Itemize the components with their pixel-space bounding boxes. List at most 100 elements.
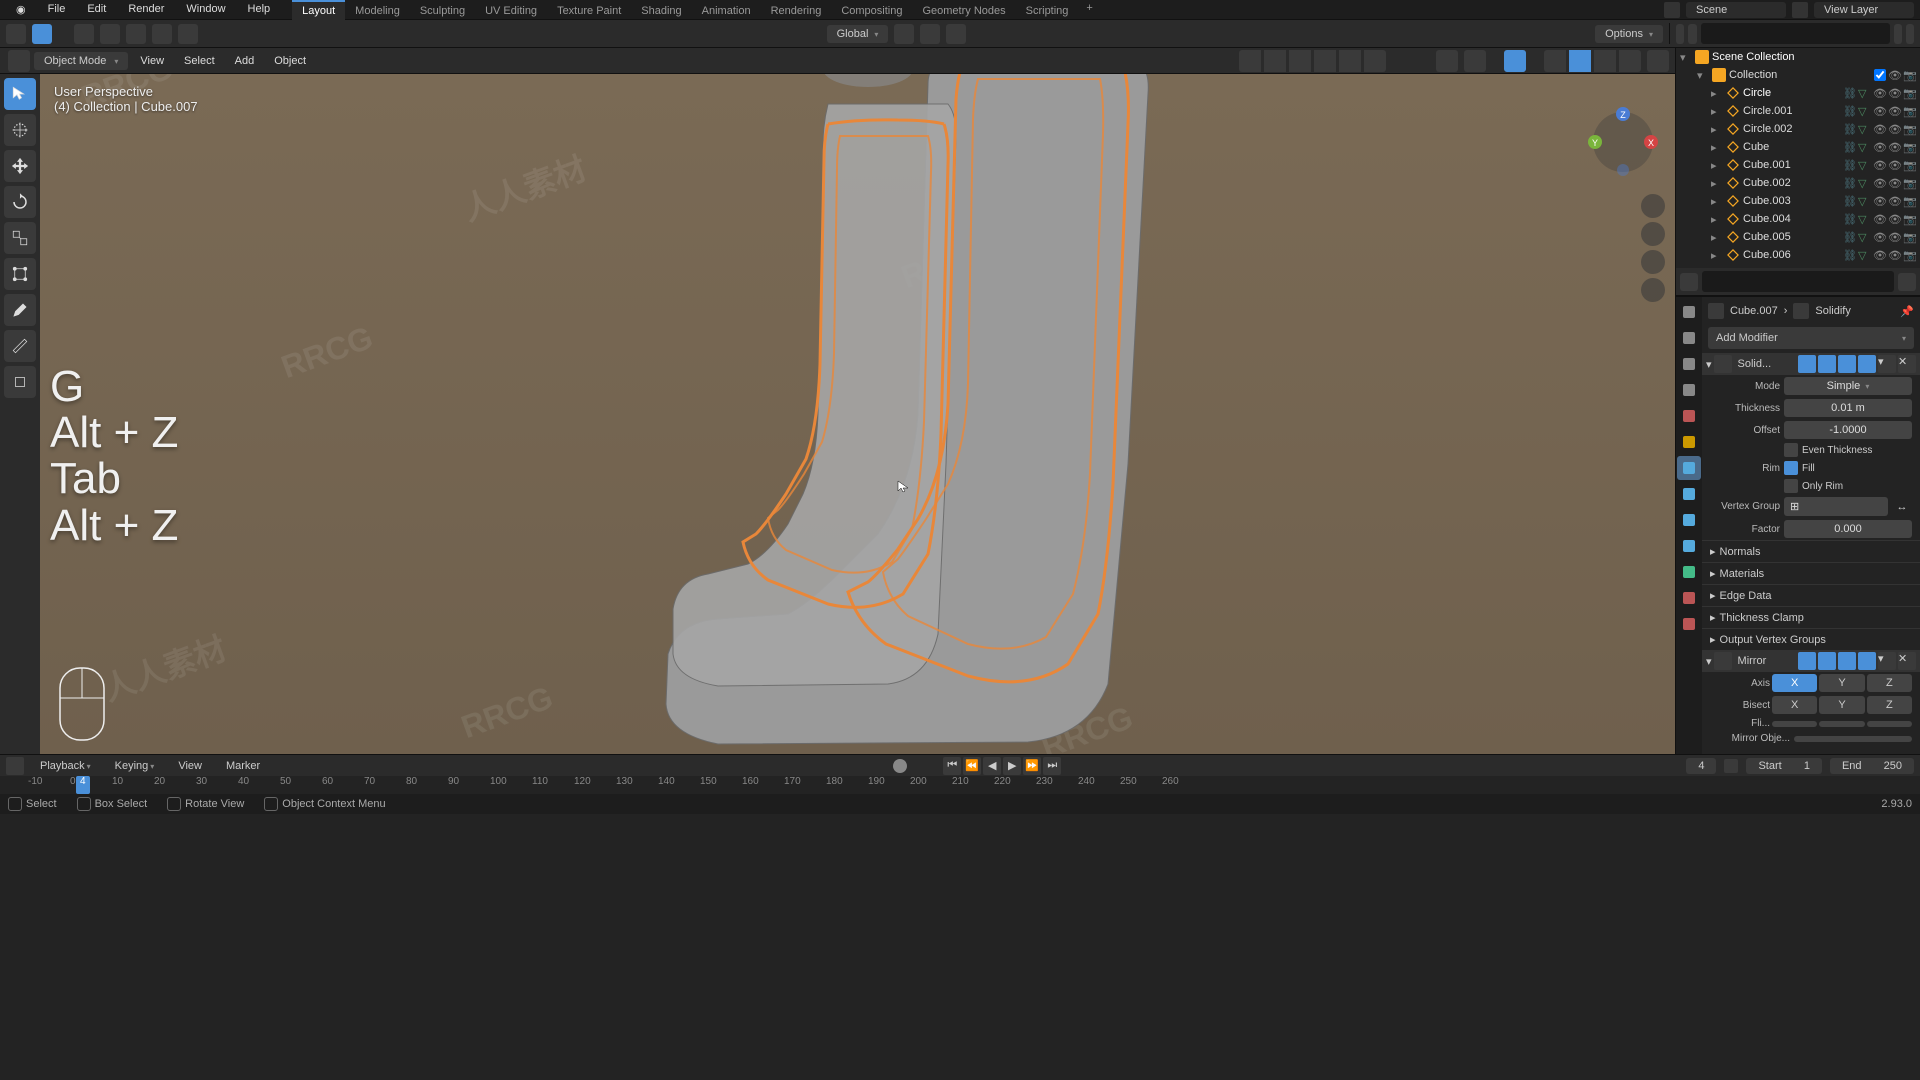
outliner-item[interactable]: ▸Circle⛓▽👁👁📷 (1676, 84, 1920, 102)
flip-z[interactable] (1867, 721, 1912, 727)
marker-menu[interactable]: Marker (218, 758, 268, 774)
viewlayer-field[interactable]: View Layer (1814, 2, 1914, 18)
solid-dropdown[interactable]: ▾ (1878, 355, 1896, 373)
tool-transform[interactable] (4, 258, 36, 290)
outliner-item[interactable]: ▸Cube.005⛓▽👁👁📷 (1676, 228, 1920, 246)
mirror-vis-4[interactable] (1858, 652, 1876, 670)
mirror-header[interactable]: ▾ Mirror ▾ ✕ (1702, 650, 1920, 672)
solid-vis-1[interactable] (1798, 355, 1816, 373)
vis-2[interactable] (1264, 50, 1286, 72)
solidify-thickness[interactable]: 0.01 m (1784, 399, 1912, 417)
outliner-item[interactable]: ▸Cube.002⛓▽👁👁📷 (1676, 174, 1920, 192)
ptab-viewlayer[interactable] (1677, 352, 1701, 376)
playback-menu[interactable]: Playback (32, 758, 99, 774)
play-reverse[interactable]: ◀ (983, 757, 1001, 775)
frame-start[interactable]: Start 1 (1746, 758, 1821, 774)
outliner-display-mode[interactable] (1676, 24, 1684, 44)
blender-logo[interactable]: ◉ (6, 1, 36, 18)
tab-texturepaint[interactable]: Texture Paint (547, 0, 631, 20)
mirror-vis-3[interactable] (1838, 652, 1856, 670)
mirror-vis-1[interactable] (1798, 652, 1816, 670)
ptab-output[interactable] (1677, 326, 1701, 350)
tool-scale[interactable] (4, 222, 36, 254)
menu-window[interactable]: Window (176, 1, 235, 18)
ptab-object[interactable] (1677, 430, 1701, 454)
gizmo-toggle-icon[interactable] (1436, 50, 1458, 72)
factor-field[interactable]: 0.000 (1784, 520, 1912, 538)
menu-edit[interactable]: Edit (77, 1, 116, 18)
playhead[interactable]: 4 (76, 776, 90, 794)
frame-end[interactable]: End 250 (1830, 758, 1914, 774)
shading-options-icon[interactable] (1647, 50, 1669, 72)
current-frame[interactable]: 4 (1686, 758, 1716, 774)
ptab-particles[interactable] (1677, 482, 1701, 506)
frame-icon[interactable] (1724, 759, 1738, 773)
tab-modeling[interactable]: Modeling (345, 0, 410, 20)
tool-annotate[interactable] (4, 294, 36, 326)
tool-rotate[interactable] (4, 186, 36, 218)
tab-uvediting[interactable]: UV Editing (475, 0, 547, 20)
next-keyframe[interactable]: ⏩ (1023, 757, 1041, 775)
ptab-constraints[interactable] (1677, 534, 1701, 558)
fill-check[interactable] (1784, 461, 1798, 475)
section-normals[interactable]: ▸ Normals (1702, 540, 1920, 562)
mirror-object-field[interactable] (1794, 736, 1912, 742)
menu-help[interactable]: Help (238, 1, 281, 18)
tool-addcube[interactable] (4, 366, 36, 398)
editor-type-icon[interactable] (8, 50, 30, 72)
section-edgedata[interactable]: ▸ Edge Data (1702, 584, 1920, 606)
snap-mode-2[interactable] (100, 24, 120, 44)
ptab-world[interactable] (1677, 404, 1701, 428)
workspace-add[interactable]: + (1078, 0, 1100, 20)
nav-pan-icon[interactable] (1641, 222, 1665, 246)
mirror-delete[interactable]: ✕ (1898, 652, 1916, 670)
tab-compositing[interactable]: Compositing (831, 0, 912, 20)
tab-layout[interactable]: Layout (292, 0, 345, 20)
ptab-modifier[interactable] (1677, 456, 1701, 480)
select-tool-icon[interactable] (32, 24, 52, 44)
prev-keyframe[interactable]: ⏪ (963, 757, 981, 775)
tool-measure[interactable] (4, 330, 36, 362)
viewlayer-icon[interactable] (1792, 2, 1808, 18)
snap-icon[interactable] (920, 24, 940, 44)
snap-mode-3[interactable] (126, 24, 146, 44)
solidify-offset[interactable]: -1.0000 (1784, 421, 1912, 439)
scene-icon[interactable] (1664, 2, 1680, 18)
outliner-new-collection[interactable] (1906, 24, 1914, 44)
axis-z[interactable]: Z (1867, 674, 1912, 692)
outliner-item[interactable]: ▸Circle.001⛓▽👁👁📷 (1676, 102, 1920, 120)
outliner-filter-icon[interactable] (1688, 24, 1696, 44)
ptab-texture[interactable] (1677, 612, 1701, 636)
even-thickness-check[interactable] (1784, 443, 1798, 457)
properties-search[interactable] (1702, 271, 1894, 292)
flip-y[interactable] (1819, 721, 1864, 727)
mirror-vis-2[interactable] (1818, 652, 1836, 670)
3d-viewport[interactable]: RRCG 人人素材 RRCG RRCG 人人素材 人人素材 RRCG RRCG (40, 74, 1675, 754)
shading-solid[interactable] (1569, 50, 1591, 72)
outliner-item[interactable]: ▸Cube.003⛓▽👁👁📷 (1676, 192, 1920, 210)
shading-matprev[interactable] (1594, 50, 1616, 72)
outliner-collection[interactable]: ▾ Collection 👁📷 (1676, 66, 1920, 84)
vis-4[interactable] (1314, 50, 1336, 72)
tab-scripting[interactable]: Scripting (1016, 0, 1079, 20)
shading-wireframe[interactable] (1544, 50, 1566, 72)
xray-toggle[interactable] (1504, 50, 1526, 72)
pivot-icon[interactable] (894, 24, 914, 44)
section-thickclamp[interactable]: ▸ Thickness Clamp (1702, 606, 1920, 628)
timeline-ruler[interactable]: 4 -1001020304050607080901001101201301401… (0, 776, 1920, 794)
ptab-data[interactable] (1677, 560, 1701, 584)
jump-end[interactable]: ⏭ (1043, 757, 1061, 775)
menu-render[interactable]: Render (118, 1, 174, 18)
section-outvg[interactable]: ▸ Output Vertex Groups (1702, 628, 1920, 650)
shading-rendered[interactable] (1619, 50, 1641, 72)
solid-vis-4[interactable] (1858, 355, 1876, 373)
snap-mode-4[interactable] (152, 24, 172, 44)
timeline-editor-icon[interactable] (6, 757, 24, 775)
solid-vis-2[interactable] (1818, 355, 1836, 373)
timeline-view-menu[interactable]: View (170, 758, 210, 774)
viewport-menu-select[interactable]: Select (176, 52, 223, 70)
tab-sculpting[interactable]: Sculpting (410, 0, 475, 20)
vis-3[interactable] (1289, 50, 1311, 72)
outliner-item[interactable]: ▸Cube.004⛓▽👁👁📷 (1676, 210, 1920, 228)
add-modifier-button[interactable]: Add Modifier (1708, 327, 1914, 349)
